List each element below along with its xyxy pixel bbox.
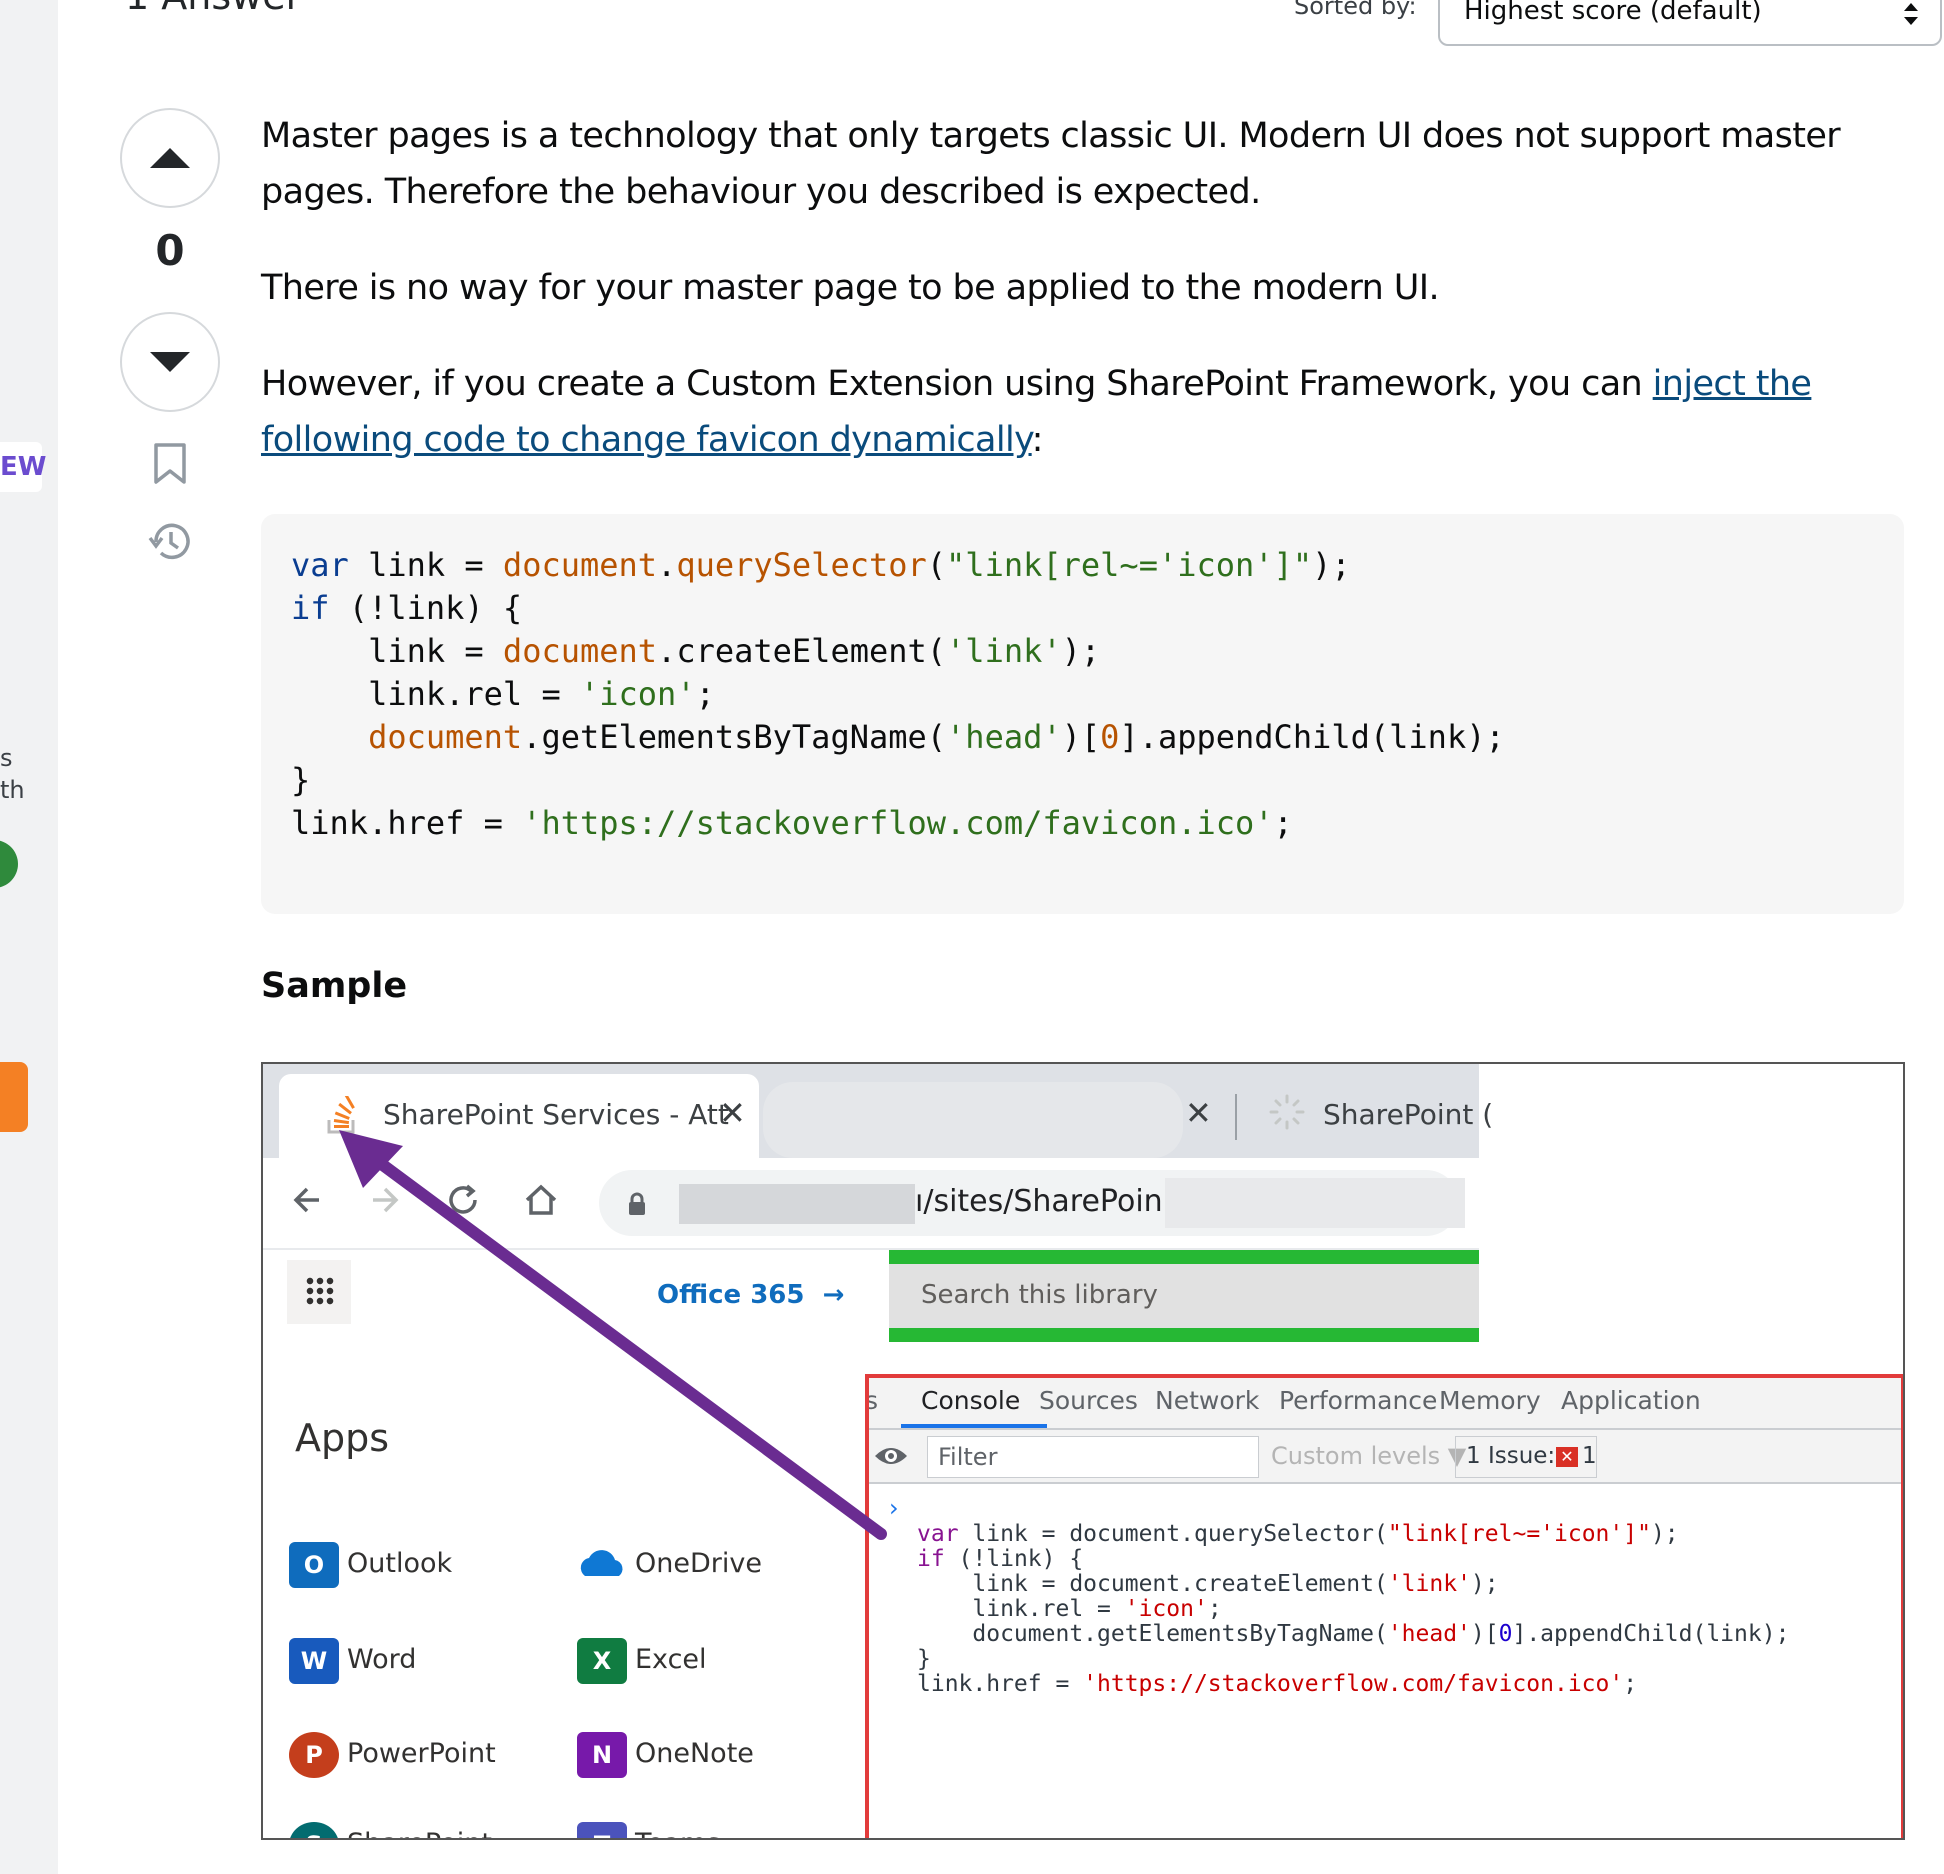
- code-token: (: [926, 546, 947, 584]
- sorted-by-label: Sorted by:: [1294, 0, 1417, 20]
- code-token: .createElement(: [657, 632, 947, 670]
- sort-select[interactable]: Highest score (default): [1438, 0, 1942, 46]
- vote-count: 0: [155, 226, 185, 275]
- code-token: 'https://stackoverflow.com/favicon.ico': [522, 804, 1274, 842]
- code-token: var: [291, 546, 349, 584]
- code-token: link.href =: [291, 804, 523, 842]
- answer-paragraph-1: Master pages is a technology that only t…: [261, 116, 1841, 212]
- left-sidebar: [0, 0, 58, 1874]
- sidebar-text-1: s: [0, 744, 13, 772]
- arrow-up-icon: [150, 148, 190, 168]
- history-icon[interactable]: [146, 518, 194, 566]
- code-token: 'link': [946, 632, 1062, 670]
- code-token: ].appendChild(link);: [1119, 718, 1505, 756]
- sample-screenshot: SharePoint Services - Att ✕ ✕ SharePoint…: [261, 1062, 1905, 1840]
- badge-right-text: W: [17, 452, 47, 482]
- code-token: "link[rel~='icon']": [946, 546, 1313, 584]
- code-token: )[: [1061, 718, 1101, 756]
- page: EW s th 1 Answer Sorted by: Highest scor…: [0, 0, 1944, 1874]
- code-block: var link = document.querySelector("link[…: [261, 514, 1904, 914]
- code-token: document: [502, 632, 658, 670]
- answers-count-heading: 1 Answer: [125, 0, 301, 18]
- code-token: 'head': [946, 718, 1062, 756]
- bookmark-icon[interactable]: [152, 442, 188, 486]
- sort-select-value: Highest score (default): [1464, 0, 1762, 26]
- code-token: ;: [695, 675, 715, 713]
- code-token: }: [291, 761, 311, 799]
- code-token: link =: [348, 546, 503, 584]
- code-token: .getElementsByTagName(: [522, 718, 947, 756]
- code-token: link.rel =: [291, 675, 580, 713]
- purple-arrow-icon: [339, 1130, 887, 1540]
- arrow-down-icon: [150, 352, 190, 372]
- downvote-button[interactable]: [120, 312, 220, 412]
- code-token: );: [1312, 546, 1351, 584]
- answer-body: Master pages is a technology that only t…: [261, 108, 1901, 508]
- code-token: .: [657, 546, 677, 584]
- code-token: if: [291, 589, 330, 627]
- new-badge[interactable]: EW: [0, 442, 46, 492]
- code-token: link =: [291, 632, 503, 670]
- code-token: document: [502, 546, 658, 584]
- answer-paragraph-3: However, if you create a Custom Extensio…: [261, 356, 1901, 468]
- code-token: );: [1061, 632, 1101, 670]
- code-token: 'icon': [579, 675, 696, 713]
- code-token: (!link) {: [329, 589, 523, 627]
- answer-paragraph-2: There is no way for your master page to …: [261, 268, 1440, 308]
- badge-left-text: E: [0, 452, 18, 482]
- paragraph-3-colon: :: [1031, 420, 1044, 460]
- code-token: 0: [1100, 718, 1120, 756]
- code-token: querySelector: [676, 546, 927, 584]
- code-token: document: [368, 718, 523, 756]
- code-token: ;: [1273, 804, 1293, 842]
- sidebar-text-2: th: [0, 776, 25, 804]
- upvote-button[interactable]: [120, 108, 220, 208]
- sort-arrows-icon: [1904, 3, 1918, 25]
- sample-heading: Sample: [261, 966, 408, 1006]
- sidebar-orange-button[interactable]: [0, 1062, 28, 1132]
- paragraph-3-text: However, if you create a Custom Extensio…: [261, 364, 1653, 404]
